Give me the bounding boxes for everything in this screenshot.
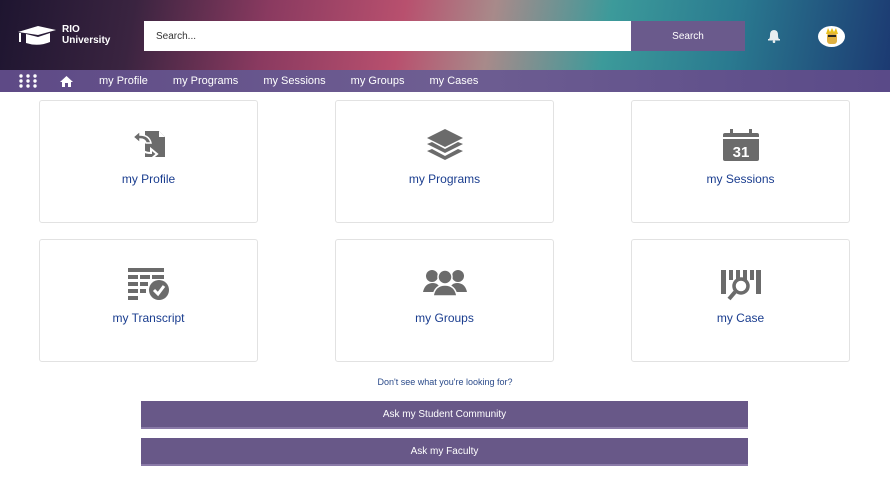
calendar-icon: 31 bbox=[722, 129, 759, 161]
tile-my-programs[interactable]: my Programs bbox=[335, 100, 554, 223]
tile-label: my Profile bbox=[121, 172, 176, 186]
search-button[interactable]: Search bbox=[631, 21, 745, 51]
search-input[interactable] bbox=[144, 21, 631, 51]
home-icon[interactable] bbox=[60, 75, 73, 87]
ask-student-community-button[interactable]: Ask my Student Community bbox=[141, 401, 748, 429]
graduation-cap-icon bbox=[18, 26, 56, 45]
tile-my-profile[interactable]: my Profile bbox=[39, 100, 258, 223]
tile-my-sessions[interactable]: 31 my Sessions bbox=[631, 100, 850, 223]
profile-swap-icon bbox=[131, 129, 165, 157]
case-search-icon bbox=[720, 270, 761, 301]
groups-icon bbox=[422, 269, 467, 296]
tile-label: my Groups bbox=[415, 311, 474, 325]
tile-label: my Sessions bbox=[706, 172, 775, 186]
nav-my-programs[interactable]: my Programs bbox=[173, 75, 238, 87]
transcript-check-icon bbox=[127, 268, 169, 300]
logo-line1: RIO bbox=[62, 24, 80, 35]
tile-my-transcript[interactable]: my Transcript bbox=[39, 239, 258, 362]
logo-line2: University bbox=[62, 35, 111, 46]
nav-my-profile[interactable]: my Profile bbox=[99, 75, 148, 87]
bell-icon[interactable] bbox=[766, 29, 782, 43]
header: RIO University Search bbox=[0, 0, 890, 70]
tile-label: my Case bbox=[716, 311, 765, 325]
nav-my-sessions[interactable]: my Sessions bbox=[263, 75, 325, 87]
logo[interactable]: RIO University bbox=[16, 24, 110, 46]
nav-my-groups[interactable]: my Groups bbox=[351, 75, 405, 87]
app-launcher-icon[interactable] bbox=[18, 74, 38, 88]
nav-my-cases[interactable]: my Cases bbox=[429, 75, 478, 87]
ask-faculty-button[interactable]: Ask my Faculty bbox=[141, 438, 748, 466]
calendar-day: 31 bbox=[732, 144, 749, 161]
help-question: Don't see what you're looking for? bbox=[377, 377, 513, 387]
tile-my-case[interactable]: my Case bbox=[631, 239, 850, 362]
tile-label: my Programs bbox=[408, 172, 481, 186]
nav-bar: my Profile my Programs my Sessions my Gr… bbox=[0, 70, 890, 92]
avatar[interactable] bbox=[818, 26, 845, 47]
layers-icon bbox=[426, 129, 463, 160]
tile-my-groups[interactable]: my Groups bbox=[335, 239, 554, 362]
user-avatar-icon bbox=[825, 27, 838, 44]
tile-label: my Transcript bbox=[112, 311, 185, 325]
